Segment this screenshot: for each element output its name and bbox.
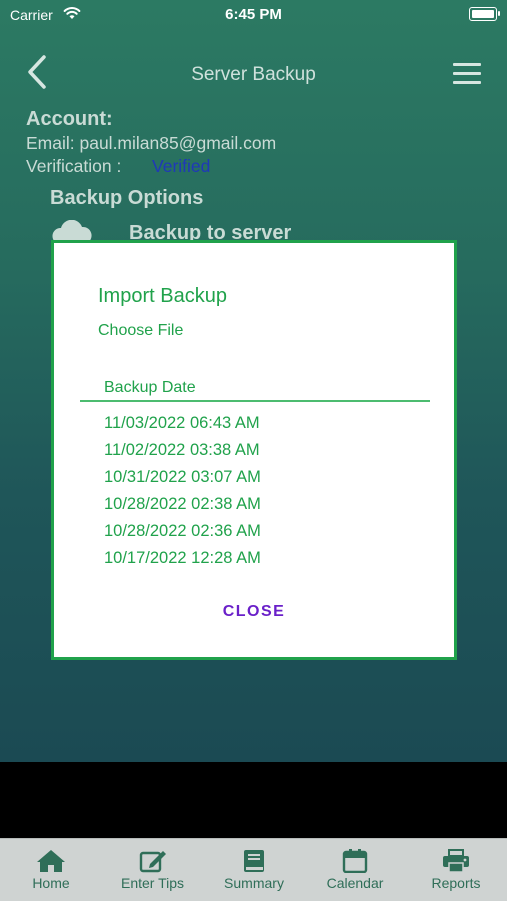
- tab-calendar[interactable]: Calendar: [314, 839, 396, 901]
- import-backup-dialog: Import Backup Choose File Backup Date 11…: [51, 240, 457, 660]
- book-icon: [213, 849, 295, 873]
- menu-button[interactable]: [453, 63, 483, 85]
- backup-options-heading: Backup Options: [50, 187, 204, 209]
- printer-icon: [417, 849, 495, 873]
- dialog-title: Import Backup: [98, 285, 227, 307]
- tab-home[interactable]: Home: [11, 839, 91, 901]
- backup-date-item[interactable]: 11/03/2022 06:43 AM: [104, 413, 261, 440]
- backup-date-list: 11/03/2022 06:43 AM 11/02/2022 03:38 AM …: [104, 413, 261, 575]
- verification-label: Verification :: [26, 156, 122, 176]
- backup-date-item[interactable]: 10/17/2022 12:28 AM: [104, 548, 261, 575]
- backup-date-item[interactable]: 10/31/2022 03:07 AM: [104, 467, 261, 494]
- close-button[interactable]: CLOSE: [54, 603, 454, 621]
- tab-label: Home: [32, 875, 70, 891]
- battery-icon: [469, 7, 500, 21]
- backup-date-item[interactable]: 10/28/2022 02:38 AM: [104, 494, 261, 521]
- account-email: Email: paul.milan85@gmail.com: [26, 133, 277, 153]
- status-time: 6:45 PM: [225, 6, 282, 23]
- tab-label: Enter Tips: [120, 875, 185, 891]
- backup-date-header: Backup Date: [104, 379, 196, 396]
- tab-reports[interactable]: Reports: [417, 839, 495, 901]
- page-title: Server Backup: [191, 64, 316, 85]
- tab-enter-tips[interactable]: Enter Tips: [110, 839, 195, 901]
- home-icon: [11, 849, 91, 873]
- calendar-icon: [314, 849, 396, 873]
- header-divider: [80, 400, 430, 402]
- tab-label: Reports: [431, 875, 481, 891]
- tab-summary[interactable]: Summary: [213, 839, 295, 901]
- tab-label: Summary: [224, 875, 284, 891]
- bottom-tab-bar: Home Enter Tips Summary Calendar Reports: [0, 838, 507, 901]
- backup-date-item[interactable]: 11/02/2022 03:38 AM: [104, 440, 261, 467]
- verification-status: Verified: [152, 156, 211, 176]
- edit-icon: [110, 849, 195, 873]
- backup-date-item[interactable]: 10/28/2022 02:36 AM: [104, 521, 261, 548]
- tab-label: Calendar: [326, 875, 384, 891]
- account-heading: Account:: [26, 108, 113, 130]
- status-bar: Carrier 6:45 PM: [0, 0, 507, 30]
- hamburger-menu-icon: [453, 63, 481, 66]
- choose-file-button[interactable]: Choose File: [98, 322, 183, 340]
